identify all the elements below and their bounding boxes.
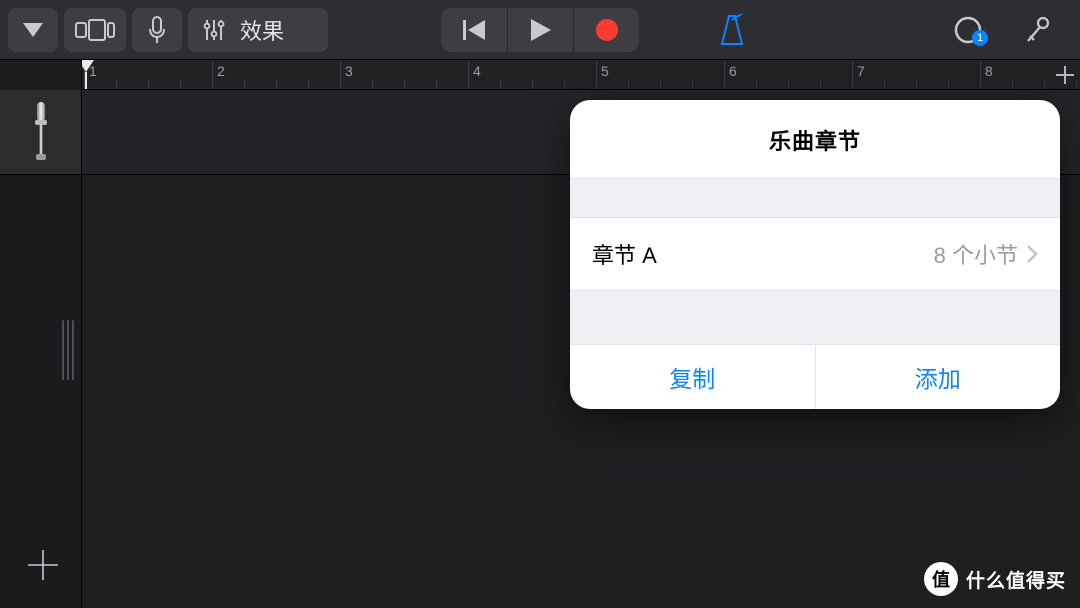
watermark-text: 什么值得买 bbox=[966, 566, 1066, 593]
microphone-icon bbox=[31, 102, 51, 162]
loop-browser-button[interactable]: 1 bbox=[946, 8, 990, 52]
record-button[interactable] bbox=[573, 8, 639, 52]
effects-button[interactable]: 效果 bbox=[188, 8, 328, 52]
section-name: 章节 A bbox=[592, 238, 657, 270]
watermark: 值 什么值得买 bbox=[924, 562, 1066, 596]
add-section-button[interactable] bbox=[1055, 65, 1075, 85]
bar-marker bbox=[468, 60, 469, 89]
section-length: 8 个小节 bbox=[934, 238, 1018, 270]
playhead-icon[interactable] bbox=[82, 60, 94, 72]
popover-title: 乐曲章节 bbox=[570, 100, 1060, 178]
popover-actions: 复制 添加 bbox=[570, 345, 1060, 409]
effects-label: 效果 bbox=[240, 14, 284, 46]
duplicate-section-button[interactable]: 复制 bbox=[570, 345, 815, 409]
song-sections-popover: 乐曲章节 章节 A 8 个小节 复制 添加 bbox=[570, 100, 1060, 409]
watermark-badge: 值 bbox=[924, 562, 958, 596]
main-toolbar: 效果 1 bbox=[0, 0, 1080, 60]
add-track-button[interactable] bbox=[22, 544, 64, 586]
chevron-right-icon bbox=[1026, 244, 1038, 264]
metronome-button[interactable] bbox=[710, 8, 754, 52]
track-header[interactable] bbox=[0, 90, 82, 174]
bar-marker bbox=[724, 60, 725, 89]
bar-marker bbox=[852, 60, 853, 89]
ruler-gutter bbox=[0, 60, 82, 90]
loop-badge: 1 bbox=[972, 30, 988, 46]
popover-separator bbox=[570, 178, 1060, 218]
play-button[interactable] bbox=[507, 8, 573, 52]
timeline-ruler[interactable] bbox=[82, 60, 1080, 90]
bar-marker bbox=[980, 60, 981, 89]
bar-marker bbox=[340, 60, 341, 89]
view-mode-button[interactable] bbox=[64, 8, 126, 52]
transport-controls bbox=[441, 8, 639, 52]
section-row[interactable]: 章节 A 8 个小节 bbox=[570, 218, 1060, 290]
resize-handle-icon[interactable] bbox=[62, 320, 74, 380]
rewind-button[interactable] bbox=[441, 8, 507, 52]
add-section-action-button[interactable]: 添加 bbox=[815, 345, 1061, 409]
popover-separator bbox=[570, 290, 1060, 345]
timeline-ruler-row bbox=[0, 60, 1080, 90]
bar-marker bbox=[596, 60, 597, 89]
bar-marker bbox=[212, 60, 213, 89]
microphone-input-button[interactable] bbox=[132, 8, 182, 52]
settings-button[interactable] bbox=[1016, 8, 1060, 52]
navigation-menu-button[interactable] bbox=[8, 8, 58, 52]
